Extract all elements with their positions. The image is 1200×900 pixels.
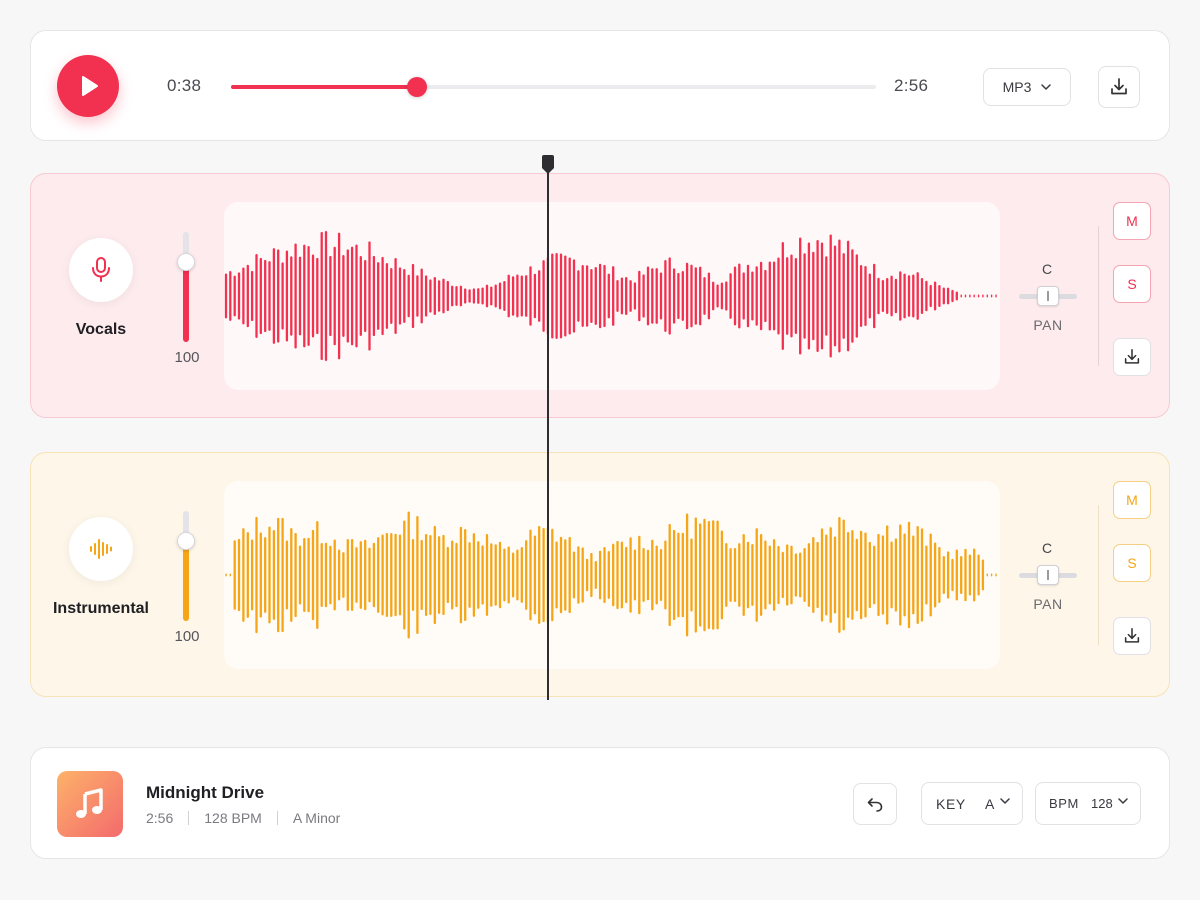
seek-progress xyxy=(231,85,417,89)
waveform xyxy=(224,230,997,362)
song-info-bar: Midnight Drive 2:56 128 BPM A Minor KEY … xyxy=(30,747,1170,859)
total-time: 2:56 xyxy=(894,76,929,95)
volume-slider[interactable] xyxy=(177,232,195,342)
pan-slider[interactable] xyxy=(1019,286,1077,308)
chevron-down-icon xyxy=(1041,84,1052,90)
chevron-down-icon xyxy=(1118,798,1128,804)
waveform-icon xyxy=(90,539,112,559)
waveform xyxy=(225,511,997,639)
volume-value: 100 xyxy=(174,628,200,645)
pan-value: C xyxy=(1041,261,1053,277)
transport-bar: 0:38 2:56 MP3 xyxy=(30,30,1170,141)
separator xyxy=(188,811,190,825)
mute-label: M xyxy=(1126,492,1138,508)
bpm-label: BPM xyxy=(1049,796,1079,811)
solo-button[interactable]: S xyxy=(1113,544,1151,582)
track-icon xyxy=(69,238,133,302)
solo-button[interactable]: S xyxy=(1113,265,1151,303)
undo-button[interactable] xyxy=(853,783,897,825)
current-time: 0:38 xyxy=(167,76,202,95)
volume-handle[interactable] xyxy=(177,252,195,271)
download-button[interactable] xyxy=(1098,66,1140,108)
bpm-select[interactable]: BPM 128 xyxy=(1035,782,1141,825)
pan-label: PAN xyxy=(1033,596,1063,612)
play-button[interactable] xyxy=(57,55,119,117)
pan-handle[interactable] xyxy=(1037,286,1059,306)
download-icon xyxy=(1124,627,1140,643)
microphone-icon xyxy=(92,257,110,282)
track-name: Vocals xyxy=(75,321,127,338)
play-icon xyxy=(82,76,98,96)
divider xyxy=(1098,505,1099,645)
bpm-value: 128 xyxy=(1091,796,1113,811)
pan-label: PAN xyxy=(1033,317,1063,333)
volume-slider[interactable] xyxy=(177,511,195,621)
pan-handle[interactable] xyxy=(1037,565,1059,585)
pan-slider[interactable] xyxy=(1019,565,1077,587)
download-icon xyxy=(1124,348,1140,364)
music-note-icon xyxy=(76,788,103,818)
waveform-panel[interactable] xyxy=(224,202,1000,390)
format-select[interactable]: MP3 xyxy=(983,68,1071,106)
solo-label: S xyxy=(1127,276,1137,292)
seek-handle[interactable] xyxy=(406,77,427,97)
song-title: Midnight Drive xyxy=(146,783,265,802)
divider xyxy=(1098,226,1099,366)
song-duration: 2:56 xyxy=(146,810,174,826)
pan-value: C xyxy=(1041,540,1053,556)
track-icon xyxy=(69,517,133,581)
download-icon xyxy=(1111,78,1127,95)
waveform-panel[interactable] xyxy=(224,481,1000,669)
volume-fill xyxy=(183,261,189,342)
mute-button[interactable]: M xyxy=(1113,202,1151,240)
key-select[interactable]: KEY A xyxy=(921,782,1023,825)
chevron-down-icon xyxy=(1000,798,1010,804)
undo-icon xyxy=(867,798,883,812)
song-bpm: 128 BPM xyxy=(204,810,262,826)
solo-label: S xyxy=(1127,555,1137,571)
track-download-button[interactable] xyxy=(1113,617,1151,655)
separator xyxy=(276,811,278,825)
volume-handle[interactable] xyxy=(177,531,195,550)
song-meta: 2:56 128 BPM A Minor xyxy=(146,810,340,826)
seek-bar[interactable] xyxy=(231,76,876,98)
volume-value: 100 xyxy=(174,349,200,366)
key-value: A xyxy=(985,795,995,812)
volume-fill xyxy=(183,540,189,621)
format-value: MP3 xyxy=(1002,79,1032,95)
playhead[interactable] xyxy=(547,170,549,700)
track-vocals: Vocals 100 C PAN M S xyxy=(30,173,1170,418)
album-art xyxy=(57,771,123,837)
song-key: A Minor xyxy=(292,810,341,826)
mute-label: M xyxy=(1126,213,1138,229)
track-instrumental: Instrumental 100 C PAN M S xyxy=(30,452,1170,697)
track-download-button[interactable] xyxy=(1113,338,1151,376)
track-name: Instrumental xyxy=(52,600,149,617)
mute-button[interactable]: M xyxy=(1113,481,1151,519)
key-label: KEY xyxy=(936,795,966,812)
